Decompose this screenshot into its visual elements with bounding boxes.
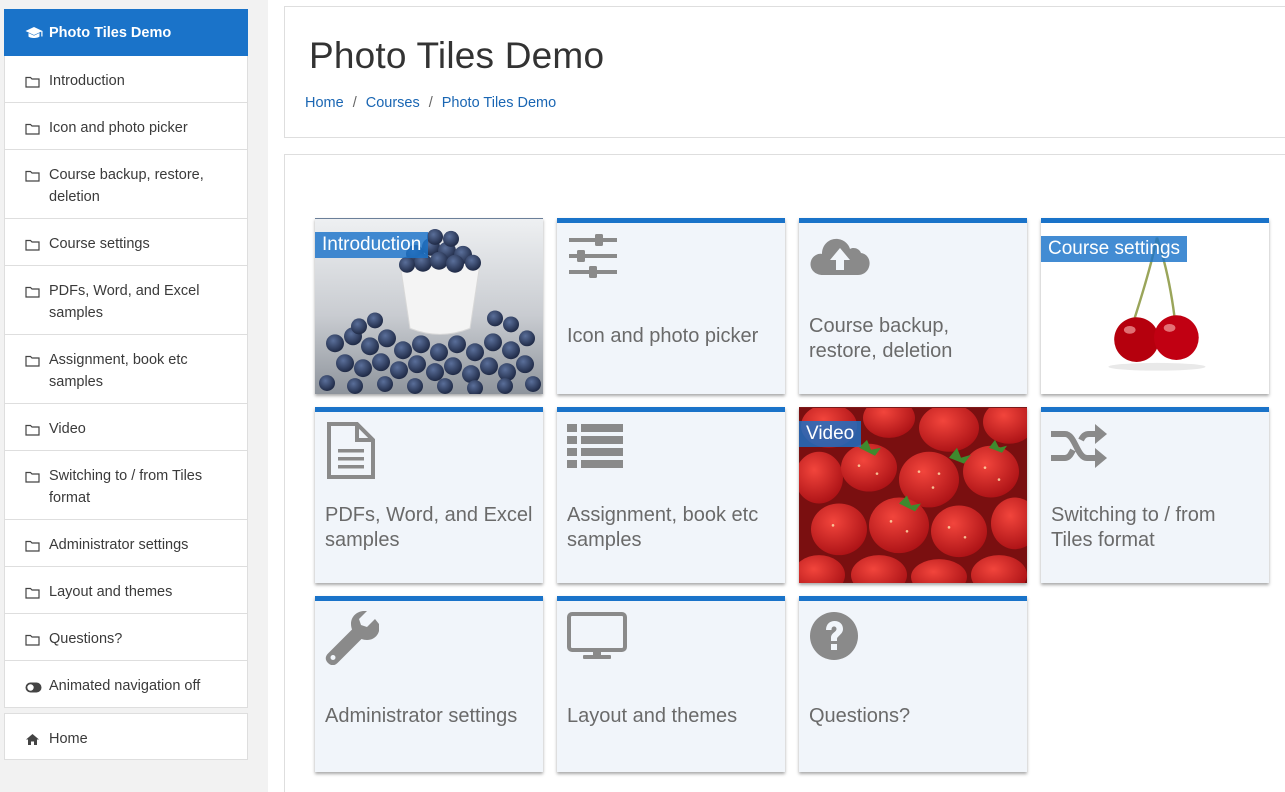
tile-switching-tiles[interactable]: Switching to / from Tiles format	[1041, 407, 1269, 583]
sidebar-item-label: Course backup, restore, deletion	[49, 167, 204, 205]
folder-icon	[25, 534, 49, 559]
tile-label: Switching to / from Tiles format	[1051, 504, 1216, 551]
tile-video[interactable]: Video	[799, 407, 1027, 583]
tile-course-backup[interactable]: Course backup, restore, deletion	[799, 218, 1027, 394]
folder-icon	[25, 280, 49, 305]
sidebar-item-label: Course settings	[49, 236, 150, 252]
sidebar-item-label: Video	[49, 421, 86, 437]
sidebar-item-label: Switching to / from Tiles format	[49, 468, 203, 506]
list-icon	[567, 422, 625, 473]
sidebar-item-switching-tiles[interactable]: Switching to / from Tiles format	[4, 451, 248, 520]
folder-icon	[25, 70, 49, 95]
folder-icon	[25, 349, 49, 374]
tile-label: Course settings	[1041, 236, 1188, 262]
sidebar-item-label: Questions?	[49, 631, 123, 647]
page-title: Photo Tiles Demo	[309, 35, 605, 76]
question-circle-icon	[809, 611, 859, 666]
site-nav: Home	[4, 713, 248, 760]
tile-questions[interactable]: Questions?	[799, 596, 1027, 772]
tile-layout-themes[interactable]: Layout and themes	[557, 596, 785, 772]
tile-introduction[interactable]: Introduction	[315, 218, 543, 394]
tile-label: Icon and photo picker	[567, 325, 759, 347]
sidebar-item-pdfs-word-excel[interactable]: PDFs, Word, and Excel samples	[4, 266, 248, 335]
tile-label: Introduction	[315, 232, 429, 258]
folder-icon	[25, 581, 49, 606]
breadcrumb-courses-link[interactable]: Courses	[366, 95, 420, 111]
tile-label: Layout and themes	[567, 705, 738, 727]
folder-icon	[25, 164, 49, 189]
tile-course-settings[interactable]: Course settings	[1041, 218, 1269, 394]
page-header: Photo Tiles Demo Home / Courses / Photo Tile…	[284, 6, 1285, 138]
sidebar-item-questions[interactable]: Questions?	[4, 614, 248, 661]
sidebar-item-administrator-settings[interactable]: Administrator settings	[4, 520, 248, 567]
tile-administrator-settings[interactable]: Administrator settings	[315, 596, 543, 772]
shuffle-icon	[1051, 422, 1107, 475]
sidebar-item-label: Assignment, book etc samples	[49, 352, 188, 390]
breadcrumb-course-link[interactable]: Photo Tiles Demo	[442, 95, 556, 111]
graduation-cap-icon	[25, 22, 49, 47]
breadcrumb-home-link[interactable]: Home	[305, 95, 344, 111]
toggle-off-icon	[25, 675, 49, 700]
sidebar-item-home[interactable]: Home	[4, 713, 248, 760]
sidebar-item-label: Introduction	[49, 73, 125, 89]
home-icon	[25, 728, 49, 753]
sidebar-item-assignment-book[interactable]: Assignment, book etc samples	[4, 335, 248, 404]
sidebar-item-introduction[interactable]: Introduction	[4, 56, 248, 103]
sidebar-course-title[interactable]: Photo Tiles Demo	[4, 9, 248, 56]
cloud-upload-icon	[809, 233, 871, 284]
tile-label: Video	[799, 421, 862, 447]
tile-assignment-book[interactable]: Assignment, book etc samples	[557, 407, 785, 583]
wrench-icon	[325, 610, 380, 670]
tile-label: Administrator settings	[325, 705, 518, 727]
sidebar-course-title-label: Photo Tiles Demo	[49, 25, 172, 41]
animated-navigation-toggle[interactable]: Animated navigation off	[4, 661, 248, 708]
sidebar-item-course-backup[interactable]: Course backup, restore, deletion	[4, 150, 248, 219]
animated-navigation-label: Animated navigation off	[49, 678, 201, 694]
tile-pdfs-word-excel[interactable]: PDFs, Word, and Excel samples	[315, 407, 543, 583]
tile-label: Assignment, book etc samples	[567, 504, 759, 551]
file-text-icon	[325, 422, 377, 485]
breadcrumb: Home / Courses / Photo Tiles Demo	[305, 95, 556, 111]
course-sidebar: Photo Tiles Demo Introduction Icon and p…	[0, 0, 268, 792]
sidebar-item-label: Home	[49, 731, 88, 747]
tiles-container: Introduction Icon and photo picker Cours…	[284, 154, 1285, 792]
folder-icon	[25, 628, 49, 653]
folder-icon	[25, 465, 49, 490]
tile-label: Course backup, restore, deletion	[809, 315, 953, 362]
sidebar-item-icon-photo-picker[interactable]: Icon and photo picker	[4, 103, 248, 150]
breadcrumb-separator: /	[428, 95, 433, 111]
sidebar-item-layout-themes[interactable]: Layout and themes	[4, 567, 248, 614]
course-sections-nav: Photo Tiles Demo Introduction Icon and p…	[4, 9, 248, 708]
tile-label: Questions?	[809, 705, 911, 727]
tile-label: PDFs, Word, and Excel samples	[325, 504, 533, 551]
sidebar-item-label: Administrator settings	[49, 537, 189, 553]
sidebar-item-label: PDFs, Word, and Excel samples	[49, 283, 200, 321]
sidebar-item-course-settings[interactable]: Course settings	[4, 219, 248, 266]
sliders-icon	[567, 233, 619, 284]
desktop-icon	[567, 611, 627, 666]
tile-icon-photo-picker[interactable]: Icon and photo picker	[557, 218, 785, 394]
folder-icon	[25, 117, 49, 142]
sidebar-item-label: Icon and photo picker	[49, 120, 188, 136]
breadcrumb-separator: /	[352, 95, 357, 111]
sidebar-item-video[interactable]: Video	[4, 404, 248, 451]
folder-icon	[25, 233, 49, 258]
sidebar-item-label: Layout and themes	[49, 584, 173, 600]
folder-icon	[25, 418, 49, 443]
